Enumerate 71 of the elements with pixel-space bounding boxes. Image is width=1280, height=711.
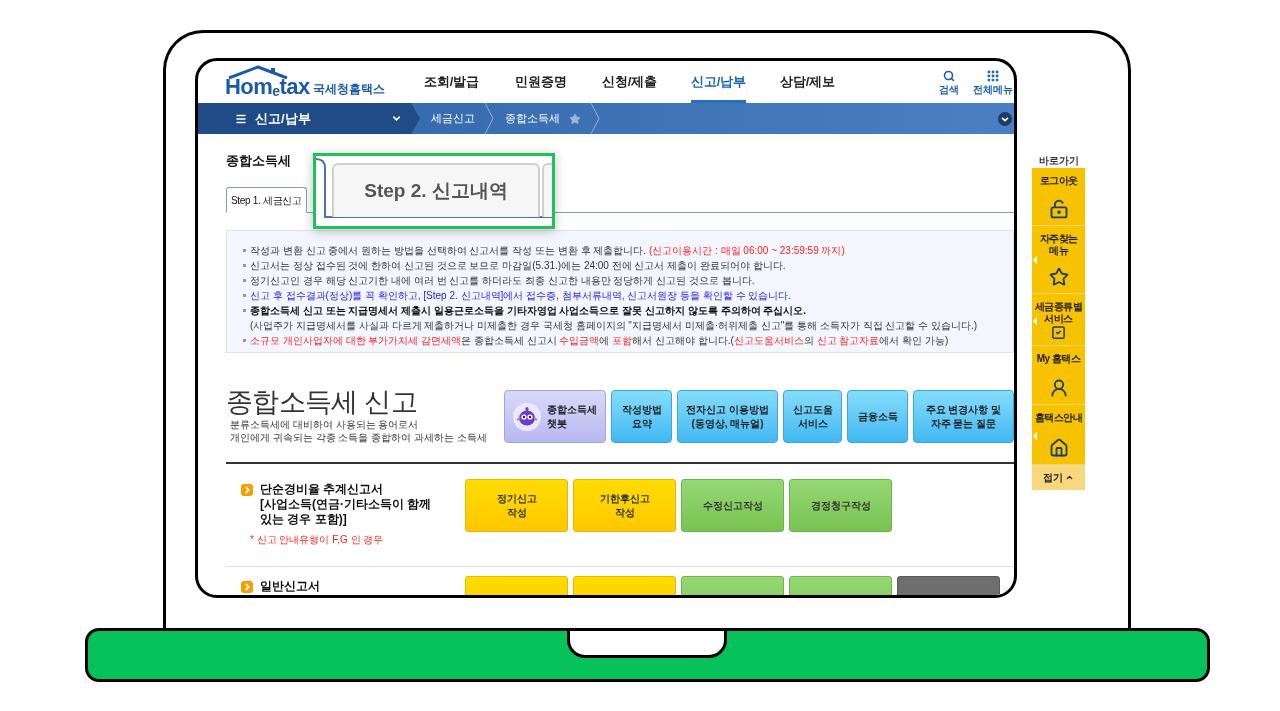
sidebar-title: 바로가기 xyxy=(1038,154,1079,167)
site-name: 국세청홈택스 xyxy=(312,82,385,97)
quick-link[interactable]: 자주찾는 메뉴 xyxy=(1032,226,1085,294)
form-action-button[interactable]: 경정청구작성 xyxy=(789,479,892,532)
logo-wordmark: Hom$_{e}$tax xyxy=(225,76,310,98)
step-tab[interactable]: Step 2. 신고내역 xyxy=(332,163,540,217)
form-title: 단순경비율 추계신고서 [사업소득(연금·기타소득이 함께 있는 경우 포함)] xyxy=(260,482,432,527)
nav-link[interactable]: 신청/제출 xyxy=(601,61,658,103)
breadcrumb-link[interactable]: 세금신고 xyxy=(420,103,484,134)
section-description: 분류소득세에 대비하여 사용되는 용어로서 xyxy=(230,418,419,431)
star-icon xyxy=(1048,267,1069,287)
roof-icon xyxy=(227,65,289,79)
unlocked-padlock-icon xyxy=(1048,199,1069,219)
step-tab[interactable]: Step 1. 세금신고 xyxy=(226,187,307,213)
notice-text: 신고서는 정상 접수된 것에 한하여 신고된 것으로 보므로 마감일(5.31.)에는 24:00 전에 신고서 제출이 완료되어야 합니다. xyxy=(250,259,786,273)
bullet-icon xyxy=(243,309,246,312)
quick-link[interactable]: My 홈택스 xyxy=(1032,346,1085,405)
bullet-icon xyxy=(243,279,246,282)
bullet-icon xyxy=(243,249,246,252)
notice-text: (사업주가 지급명세서를 사실과 다르게 제출하거나 미제출한 경우 국세청 홈페이지의 "지급명세서 미제출·허위제출 신고"를 통해 소득자가 직접 신고할 수 있습니다.) xyxy=(250,319,978,333)
chevron-badge-icon xyxy=(241,484,253,496)
star-icon[interactable] xyxy=(569,112,581,125)
notice-text: 작성과 변환 신고 중에서 원하는 방법을 선택하여 신고서를 작성 또는 변환 후 제출합니다. (신고이용시간 : 매일 06:00 ~ 23:59:59 까지) xyxy=(250,244,845,258)
caret-down-icon xyxy=(391,113,402,124)
caret-left-icon xyxy=(1033,431,1037,440)
bullet-icon xyxy=(243,264,246,267)
form-action-button[interactable]: 정기신고 작성 xyxy=(465,479,568,532)
quick-link[interactable]: 로그아웃 xyxy=(1032,168,1085,226)
tab-edge xyxy=(542,163,552,217)
menu-icon xyxy=(235,112,247,125)
person-icon xyxy=(1048,378,1069,398)
form-note: * 신고 안내유형이 F,G 인 경우 xyxy=(250,533,384,547)
bullet-icon xyxy=(243,339,246,342)
notice-text: 소규모 개인사업자에 대한 부가가치세 감면세액은 종합소득세 신고시 수입금액에 포함해서 신고해야 합니다.(신고도움서비스의 신고 참고자료에서 확인 가능) xyxy=(250,334,949,348)
search-button[interactable]: 검색 xyxy=(939,68,959,98)
robot-icon xyxy=(513,402,541,431)
caret-left-icon xyxy=(1033,256,1037,265)
form-action-button[interactable]: 기한후신고 작성 xyxy=(573,479,676,532)
nav-link[interactable]: 조회/발급 xyxy=(423,61,480,103)
bullet-icon xyxy=(243,294,246,297)
caret-up-icon xyxy=(1065,473,1074,482)
nav-link[interactable]: 상담/제보 xyxy=(779,61,836,103)
section-menu-button[interactable]: 신고/납부 xyxy=(198,103,420,134)
search-icon xyxy=(943,69,955,82)
notice-text: 정기신고인 경우 해당 신고기한 내에 여러 번 신고를 하더라도 최종 신고한 내용만 정당하게 신고된 것으로 봅니다. xyxy=(250,274,755,288)
guide-button[interactable]: 전자신고 이용방법 (동영상, 매뉴얼) xyxy=(677,390,778,443)
quick-link[interactable]: 세금종류별 서비스 xyxy=(1032,294,1085,346)
guide-button[interactable]: 주요 변경사항 및 자주 묻는 질문 xyxy=(913,390,1014,443)
chatbot-button[interactable]: 종합소득세 챗봇 xyxy=(504,390,606,443)
checkbox-icon xyxy=(1051,325,1066,340)
chevron-down-icon[interactable] xyxy=(998,111,1012,126)
guide-button[interactable]: 작성방법 요약 xyxy=(611,390,672,443)
breadcrumb-link[interactable]: 종합소득세 xyxy=(494,103,590,134)
guide-button[interactable]: 금융소득 xyxy=(847,390,908,443)
notice-text: 신고 후 접수결과(정상)를 꼭 확인하고, [Step 2. 신고내역]에서 접수증, 첨부서류내역, 신고서원장 등을 확인할 수 있습니다. xyxy=(250,289,792,303)
chevron-badge-icon xyxy=(241,581,253,593)
section-title: 종합소득세 신고 xyxy=(226,386,418,418)
section-description: 개인에게 귀속되는 각종 소득을 종합하여 과세하는 소득세 xyxy=(230,431,487,444)
house-icon xyxy=(1048,438,1069,458)
grid-icon xyxy=(986,68,1000,83)
form-title: 일반신고서 xyxy=(260,579,320,594)
breadcrumb-separator xyxy=(590,103,600,134)
nav-link[interactable]: 민원증명 xyxy=(514,61,567,103)
breadcrumb-separator xyxy=(484,103,494,134)
page-title: 종합소득세 xyxy=(226,153,291,169)
collapse-button[interactable]: 접기 xyxy=(1032,465,1085,490)
all-menu-button[interactable]: 전체메뉴 xyxy=(973,68,1013,98)
notice-text: 종합소득세 신고 또는 지급명세서 제출시 일용근로소득을 기타자영업 사업소득으로 잘못 신고하지 않도록 주의하여 주십시오. xyxy=(250,304,807,318)
guide-button[interactable]: 신고도움 서비스 xyxy=(783,390,842,443)
form-action-button[interactable]: 수정신고작성 xyxy=(681,479,784,532)
caret-left-icon xyxy=(1033,316,1037,325)
